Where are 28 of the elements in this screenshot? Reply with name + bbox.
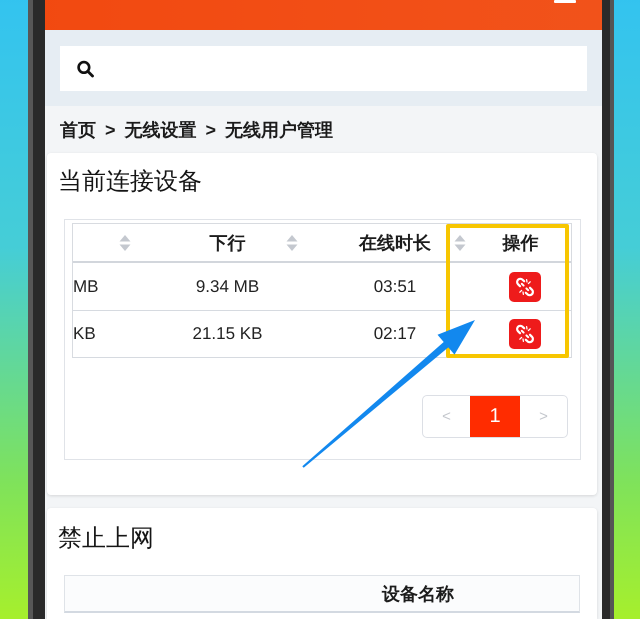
disconnect-button[interactable]: [508, 272, 540, 302]
sort-icon[interactable]: [286, 234, 298, 252]
table-cell: MB: [73, 276, 98, 296]
table-cell: 21.15 KB: [192, 324, 262, 344]
table-cell: 02:17: [374, 324, 416, 344]
menu-icon[interactable]: [554, 0, 576, 3]
card-title: 当前连接设备: [58, 167, 203, 197]
breadcrumb-link[interactable]: 首页: [60, 118, 96, 142]
column-header: 下行: [208, 232, 246, 254]
broken-link-icon: [514, 276, 534, 296]
table-cell: 03:51: [374, 276, 416, 296]
breadcrumb-separator: >: [105, 119, 116, 142]
sort-icon[interactable]: [454, 234, 466, 252]
breadcrumb-link[interactable]: 无线设置: [124, 118, 197, 142]
sort-icon[interactable]: [119, 234, 131, 252]
disconnect-button[interactable]: [508, 319, 540, 349]
column-header: 在线时长: [358, 232, 432, 254]
breadcrumb-separator: >: [206, 119, 216, 142]
search-icon: [77, 60, 94, 78]
column-header: 操作: [501, 232, 540, 254]
broken-link-icon: [514, 324, 534, 344]
search-field[interactable]: [60, 46, 587, 91]
page-button[interactable]: 1: [470, 396, 520, 437]
card-title: 禁止上网: [58, 524, 155, 554]
breadcrumb-current: 无线用户管理: [225, 119, 334, 142]
column-header: 设备名称: [380, 582, 455, 606]
table-cell: 9.34 MB: [196, 276, 260, 296]
table-cell: KB: [73, 324, 96, 344]
